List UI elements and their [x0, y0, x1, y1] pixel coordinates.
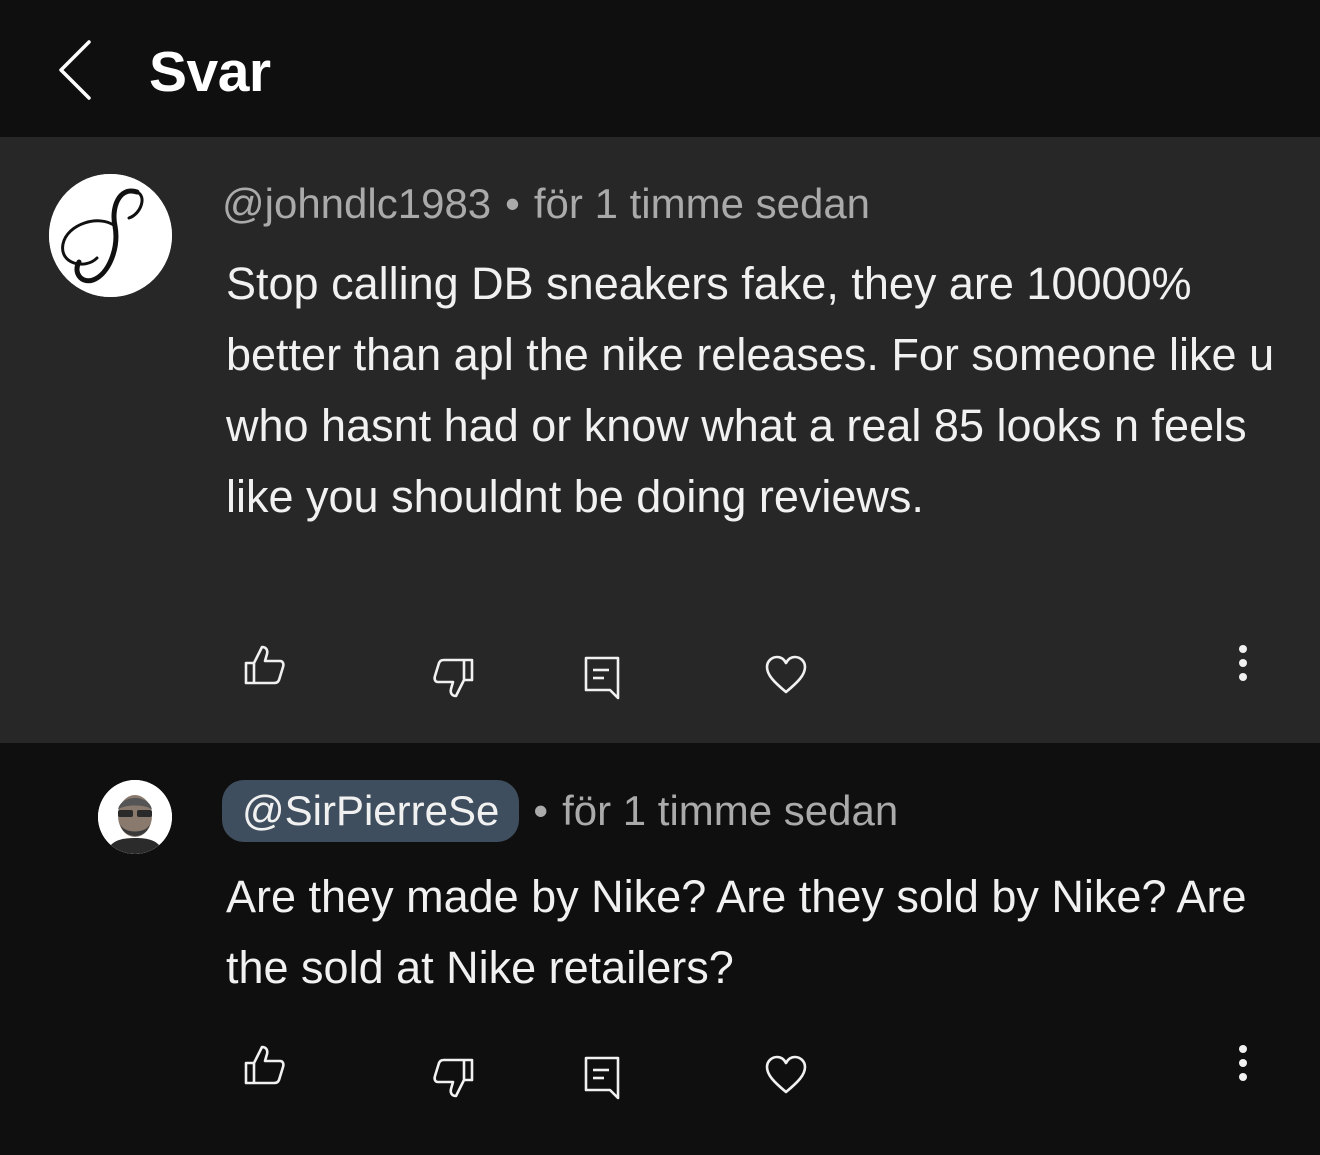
meta-separator: • [505, 180, 520, 227]
heart-button[interactable] [761, 1050, 811, 1100]
more-options-button[interactable] [1218, 638, 1268, 688]
dislike-icon [433, 658, 474, 698]
more-options-button[interactable] [1218, 1038, 1268, 1088]
like-icon [244, 1045, 285, 1085]
heart-icon [765, 655, 807, 694]
dislike-button[interactable] [429, 653, 479, 703]
meta-separator: • [533, 787, 549, 834]
comment-meta: @SirPierreSe • för 1 timme sedan [222, 780, 898, 842]
comment-text: Are they made by Nike? Are they sold by … [226, 871, 1247, 993]
parent-comment: @johndlc1983 • för 1 timme sedan Stop ca… [0, 137, 1320, 743]
back-button[interactable] [40, 30, 110, 110]
author-handle[interactable]: @johndlc1983 [222, 180, 491, 228]
comment-timestamp: för 1 timme sedan [533, 180, 871, 227]
like-icon [244, 645, 285, 685]
dislike-icon [433, 1058, 474, 1098]
more-vert-icon [1239, 1045, 1247, 1081]
reply-icon [584, 656, 620, 700]
reply-icon [584, 1056, 620, 1100]
reply-comment: @SirPierreSe • för 1 timme sedan Are the… [0, 743, 1320, 1155]
reply-button[interactable] [577, 653, 627, 703]
comment-meta: @johndlc1983 • för 1 timme sedan [222, 173, 870, 235]
comment-timestamp: för 1 timme sedan [562, 787, 899, 834]
author-handle[interactable]: @SirPierreSe [222, 780, 520, 842]
person-photo-avatar-icon [98, 780, 172, 854]
comment-text: Stop calling DB sneakers fake, they are … [226, 258, 1275, 522]
app-header: Svar [0, 0, 1320, 137]
reply-button[interactable] [577, 1053, 627, 1103]
avatar[interactable] [49, 174, 172, 297]
more-vert-icon [1239, 645, 1247, 681]
like-button[interactable] [239, 640, 289, 690]
heart-icon [765, 1055, 807, 1094]
avatar[interactable] [98, 780, 172, 854]
like-button[interactable] [239, 1040, 289, 1090]
script-letter-avatar-icon [49, 174, 172, 297]
heart-button[interactable] [761, 650, 811, 700]
dislike-button[interactable] [429, 1053, 479, 1103]
page-title: Svar [149, 40, 271, 104]
chevron-left-icon [59, 40, 91, 100]
